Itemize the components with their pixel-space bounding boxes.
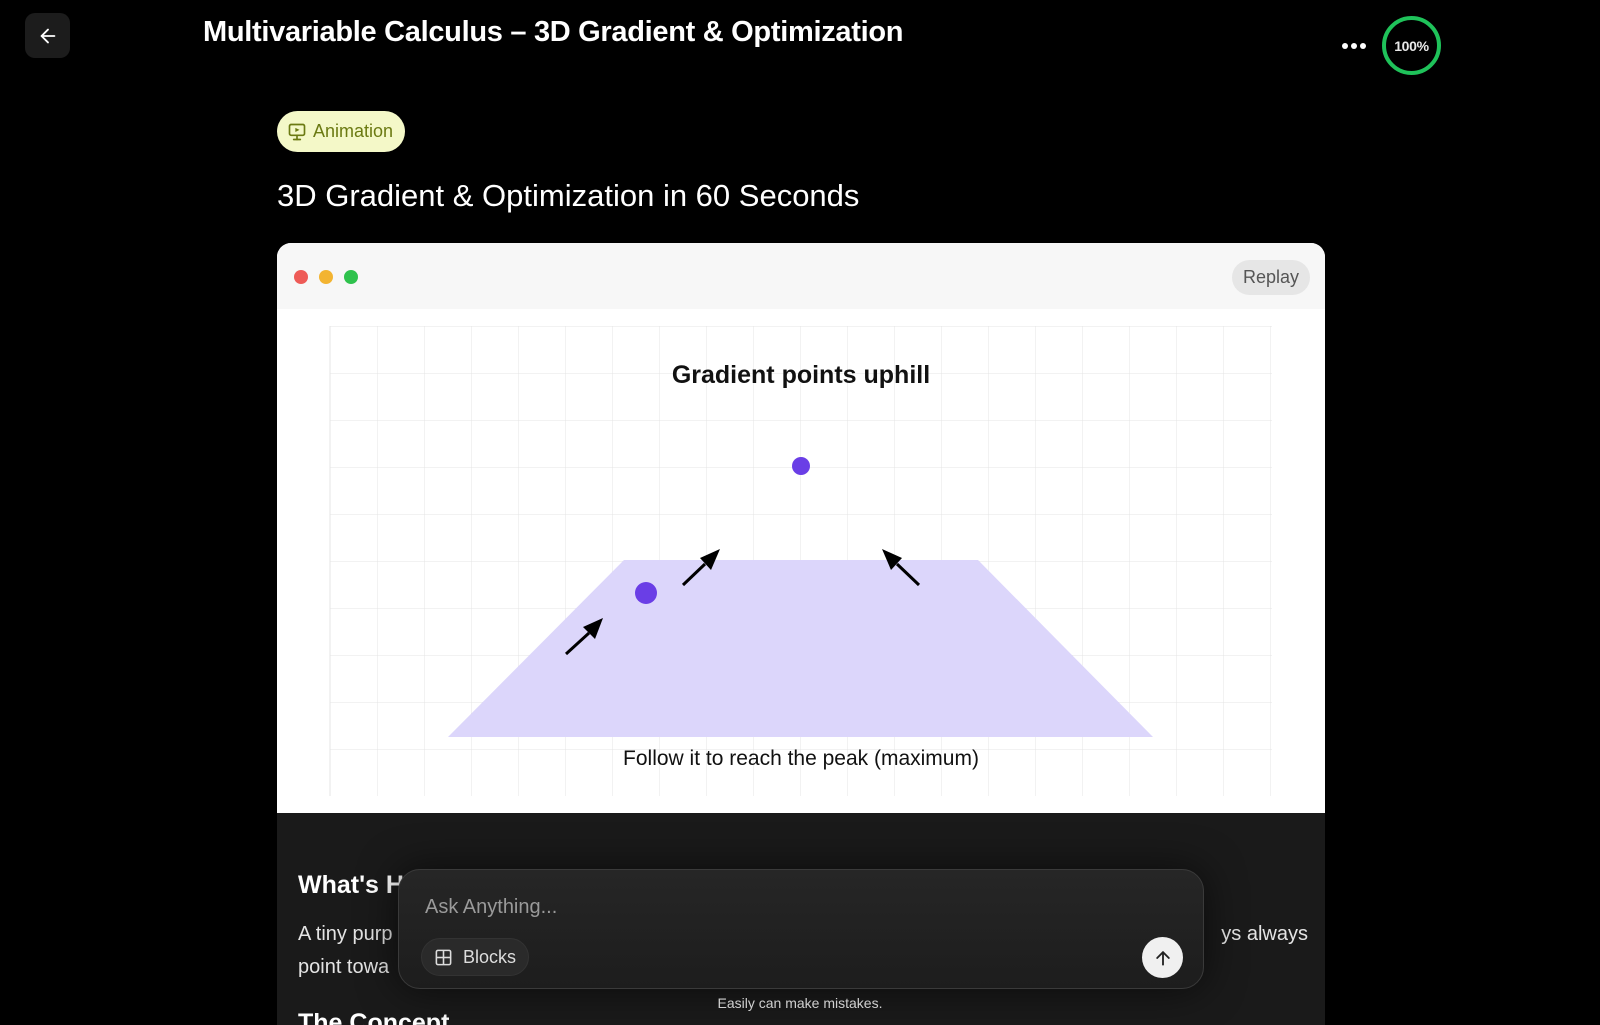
- blocks-button[interactable]: Blocks: [421, 938, 530, 976]
- disclaimer-text: Easily can make mistakes.: [717, 995, 883, 1011]
- more-horizontal-icon: [1342, 43, 1366, 49]
- ask-input[interactable]: [425, 892, 1025, 922]
- animation-caption: Follow it to reach the peak (maximum): [623, 747, 979, 770]
- progress-indicator: 100%: [1382, 16, 1441, 75]
- animation-window-bar: Replay: [277, 243, 1325, 309]
- window-close-dot: [294, 270, 308, 284]
- explanation-heading: What's H: [298, 871, 404, 899]
- animation-canvas: Gradient points uphill Follow it to reac…: [329, 326, 1272, 796]
- peak-point: [792, 457, 810, 475]
- window-minimize-dot: [319, 270, 333, 284]
- back-button[interactable]: [25, 13, 70, 58]
- tag-label: Animation: [313, 121, 394, 141]
- replay-button[interactable]: Replay: [1231, 260, 1310, 295]
- paragraph-line1-left: A tiny purp: [298, 923, 393, 945]
- arrow-left-icon: [40, 28, 55, 43]
- send-button[interactable]: [1142, 937, 1183, 978]
- page-title: Multivariable Calculus – 3D Gradient & O…: [203, 16, 904, 48]
- grid-icon: [435, 949, 452, 965]
- blocks-label: Blocks: [463, 946, 517, 967]
- block-type-tag: Animation: [277, 111, 406, 152]
- chat-composer: Blocks: [398, 869, 1204, 989]
- animation-heading: Gradient points uphill: [672, 361, 930, 389]
- presentation-icon: [288, 123, 306, 140]
- paragraph-line2: point towa: [298, 956, 390, 978]
- progress-label: 100%: [1394, 37, 1429, 54]
- arrow-up-icon: [1155, 950, 1170, 966]
- paragraph-line1-right: ys always: [1221, 923, 1308, 945]
- moving-point: [635, 582, 657, 604]
- more-options-button[interactable]: [1338, 30, 1370, 62]
- animation-card: Replay Gradient points uphill Follow it …: [277, 243, 1325, 813]
- block-title: 3D Gradient & Optimization in 60 Seconds: [277, 178, 860, 213]
- window-maximize-dot: [344, 270, 358, 284]
- concept-heading: The Concept: [298, 1009, 450, 1025]
